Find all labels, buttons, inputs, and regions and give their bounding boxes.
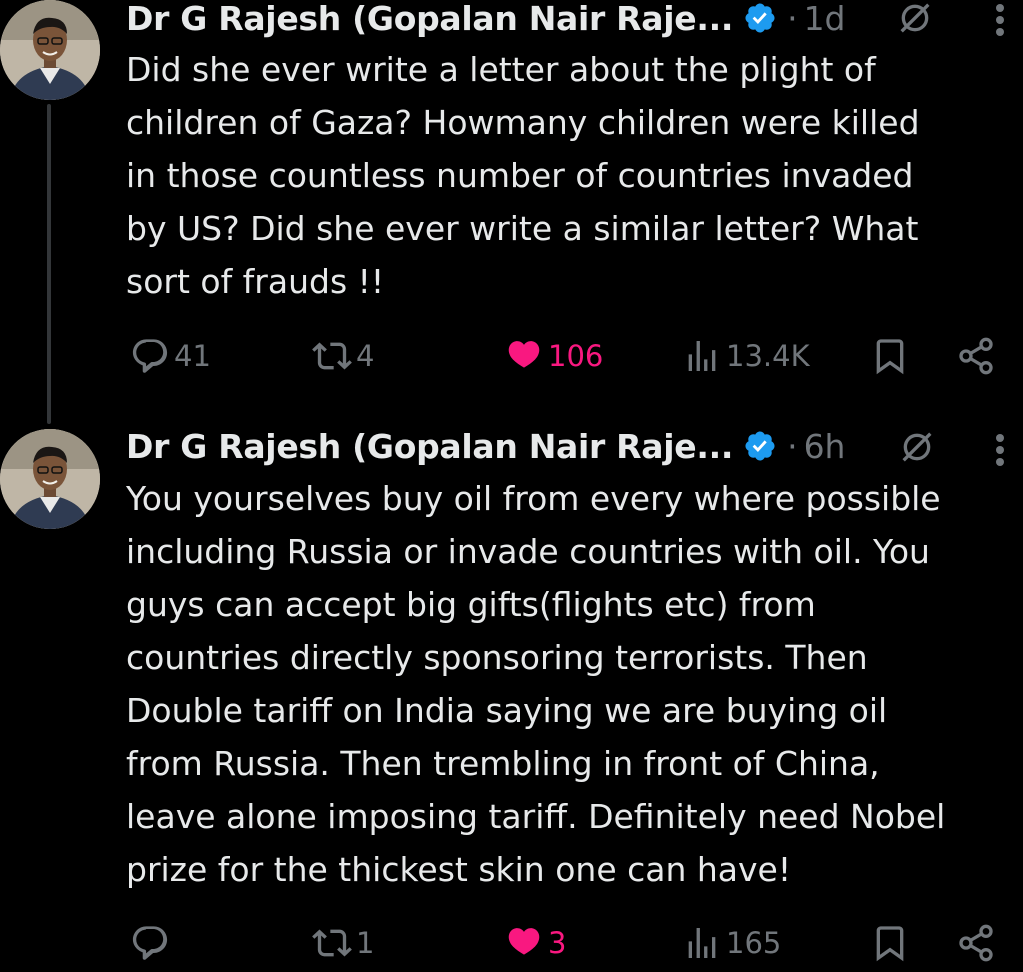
reply-button[interactable]: 41 (130, 331, 211, 381)
avatar-photo-icon (0, 0, 100, 100)
repost-count: 1 (356, 926, 375, 960)
reply-icon (132, 339, 168, 373)
separator-dot: · (787, 426, 798, 466)
verified-badge-icon (745, 431, 775, 461)
separator-dot: · (787, 0, 798, 38)
heart-filled-icon (508, 341, 540, 368)
views-chart-icon (688, 928, 716, 958)
repost-count: 4 (356, 339, 375, 373)
grok-icon[interactable] (895, 0, 935, 38)
views-chart-icon (688, 341, 716, 371)
repost-button[interactable]: 4 (312, 331, 374, 381)
post-header: Dr G Rajesh (Gopalan Nair Raje... · 6h (126, 426, 845, 466)
avatar-photo-icon (0, 429, 100, 529)
bookmark-icon (876, 339, 904, 375)
bookmark-button[interactable] (870, 918, 910, 968)
like-button[interactable]: 106 (504, 331, 603, 381)
repost-icon (312, 929, 352, 957)
grok-icon[interactable] (897, 427, 937, 467)
thread-connector-line (47, 104, 51, 424)
share-icon (959, 337, 993, 375)
heart-filled-icon (508, 928, 540, 955)
timestamp[interactable]: 1d (804, 0, 846, 38)
repost-icon (312, 342, 352, 370)
views-count: 165 (726, 926, 782, 960)
share-icon (959, 924, 993, 962)
more-options-icon[interactable] (993, 430, 1007, 470)
views-button[interactable]: 165 (682, 918, 781, 968)
bookmark-button[interactable] (870, 331, 910, 381)
post-text: You yourselves buy oil from every where … (126, 479, 946, 889)
more-options-icon[interactable] (993, 0, 1007, 40)
views-count: 13.4K (726, 339, 810, 373)
share-button[interactable] (956, 331, 996, 381)
author-name[interactable]: Dr G Rajesh (Gopalan Nair Raje... (126, 0, 733, 38)
views-button[interactable]: 13.4K (682, 331, 810, 381)
reply-button[interactable] (130, 918, 174, 968)
like-count: 3 (548, 926, 567, 960)
post-text: Did she ever write a letter about the pl… (126, 50, 920, 301)
verified-badge-icon (745, 3, 775, 33)
author-name[interactable]: Dr G Rajesh (Gopalan Nair Raje... (126, 427, 733, 466)
reply-icon (132, 926, 168, 960)
like-count: 106 (548, 339, 604, 373)
like-button[interactable]: 3 (504, 918, 566, 968)
bookmark-icon (876, 926, 904, 962)
action-bar: 41 4 106 13.4K (126, 331, 1006, 381)
avatar[interactable] (0, 429, 100, 529)
post-header: Dr G Rajesh (Gopalan Nair Raje... · 1d (126, 0, 846, 38)
share-button[interactable] (956, 918, 996, 968)
timestamp[interactable]: 6h (804, 427, 846, 466)
reply-count: 41 (174, 339, 211, 373)
action-bar: 1 3 165 (126, 918, 1006, 968)
repost-button[interactable]: 1 (312, 918, 374, 968)
avatar[interactable] (0, 0, 100, 100)
